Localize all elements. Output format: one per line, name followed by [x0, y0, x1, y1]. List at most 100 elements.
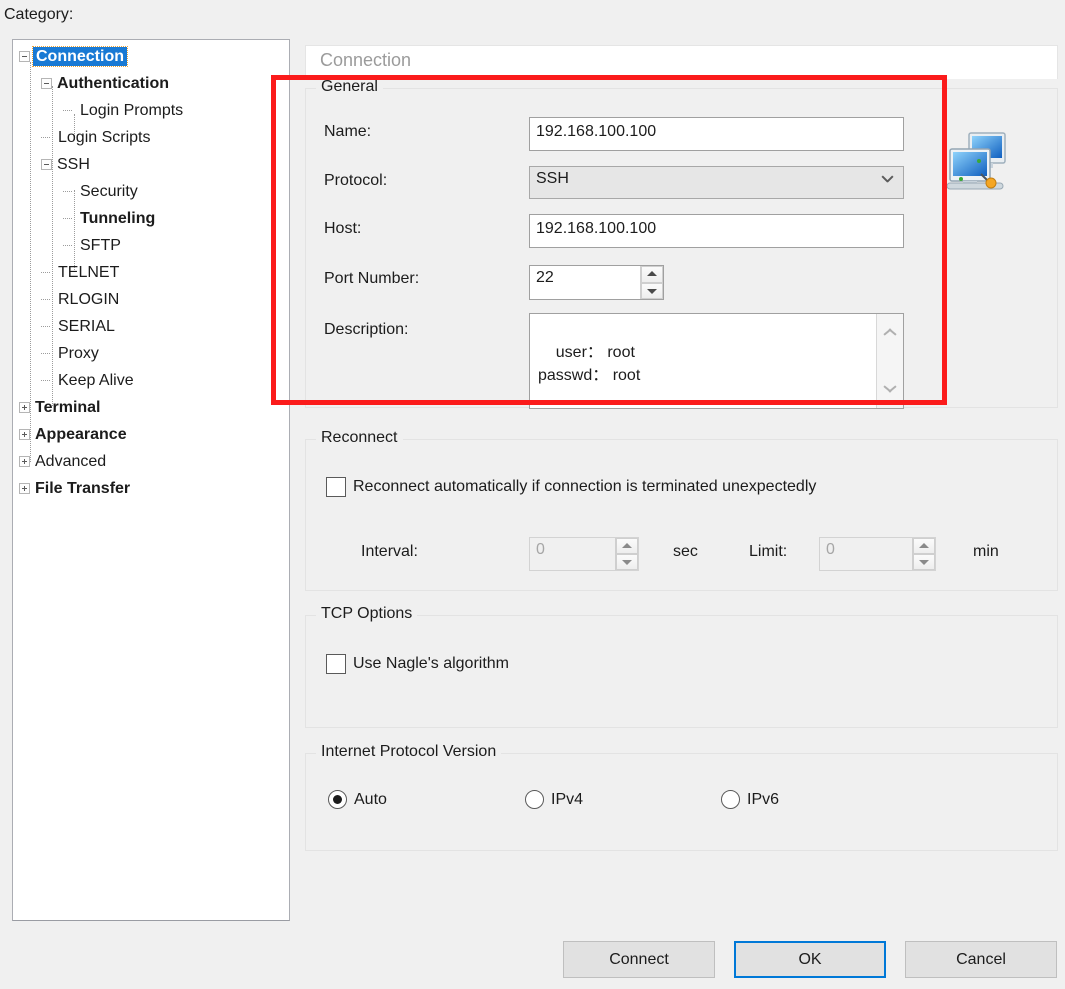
port-number-label: Port Number: [324, 270, 420, 287]
limit-unit-label: min [973, 543, 999, 560]
host-label: Host: [324, 220, 362, 237]
tree-item-label: SFTP [80, 237, 121, 254]
auto-reconnect-label: Reconnect automatically if connection is… [353, 478, 817, 495]
radio-ipv4[interactable] [525, 790, 544, 809]
nagle-label: Use Nagle's algorithm [353, 655, 510, 672]
collapse-icon[interactable] [19, 51, 30, 63]
tcp-options-groupbox-title: TCP Options [316, 605, 418, 623]
tree-item-label: Tunneling [80, 210, 156, 227]
reconnect-groupbox-title: Reconnect [316, 429, 403, 447]
name-input[interactable]: 192.168.100.100 [529, 117, 904, 151]
tree-item-label: Authentication [57, 75, 169, 92]
auto-reconnect-checkbox[interactable] [326, 477, 346, 497]
tree-item-label: SERIAL [58, 318, 115, 335]
tree-leaf-connector-icon [63, 232, 78, 259]
tree-item-label: Security [80, 183, 138, 200]
chevron-down-icon [882, 176, 893, 187]
stepper-up-button[interactable] [641, 266, 663, 283]
tree-item-label: Login Scripts [58, 129, 151, 146]
tree-item-label: Terminal [35, 399, 101, 416]
ok-button[interactable]: OK [734, 941, 886, 978]
tree-leaf-connector-icon [63, 97, 78, 124]
tree-item-label: Keep Alive [58, 372, 134, 389]
collapse-icon[interactable] [41, 78, 52, 90]
tree-item-advanced[interactable]: Advanced [19, 448, 108, 475]
tree-item-keep-alive[interactable]: Keep Alive [41, 367, 136, 394]
tree-item-rlogin[interactable]: RLOGIN [41, 286, 121, 313]
category-tree[interactable]: Connection Authentication Login Prompts Log… [12, 39, 290, 921]
expand-icon[interactable] [19, 483, 30, 495]
connect-button[interactable]: Connect [563, 941, 715, 978]
description-value: user： root passwd： root [538, 344, 641, 385]
interval-unit-label: sec [673, 543, 698, 560]
host-input[interactable]: 192.168.100.100 [529, 214, 904, 248]
tree-item-security[interactable]: Security [63, 178, 140, 205]
stepper-down-button[interactable] [616, 554, 638, 570]
expand-icon[interactable] [19, 456, 30, 468]
tree-item-tunneling[interactable]: Tunneling [63, 205, 157, 232]
chevron-up-icon[interactable] [883, 328, 897, 337]
radio-auto-label: Auto [354, 791, 387, 808]
tree-item-appearance[interactable]: Appearance [19, 421, 129, 448]
stepper-up-button[interactable] [616, 538, 638, 554]
general-groupbox-title: General [316, 78, 383, 96]
radio-auto[interactable] [328, 790, 347, 809]
description-textarea[interactable]: user： root passwd： root [529, 313, 904, 409]
nagle-checkbox[interactable] [326, 654, 346, 674]
expand-icon[interactable] [19, 429, 30, 441]
radio-ipv4-label: IPv4 [551, 791, 584, 808]
description-scrollbar[interactable] [876, 314, 903, 408]
name-label: Name: [324, 123, 372, 140]
chevron-down-icon[interactable] [883, 385, 897, 394]
collapse-icon[interactable] [41, 159, 52, 171]
limit-label: Limit: [749, 543, 788, 560]
tree-item-label: SSH [57, 156, 90, 173]
description-label: Description: [324, 321, 409, 338]
port-number-value: 22 [536, 269, 554, 286]
tcp-options-groupbox: TCP Options Use Nagle's algorithm [305, 605, 1058, 728]
tree-item-login-scripts[interactable]: Login Scripts [41, 124, 153, 151]
stepper-down-button[interactable] [641, 282, 663, 299]
tree-item-label: Proxy [58, 345, 99, 362]
radio-ipv6[interactable] [721, 790, 740, 809]
port-number-stepper[interactable] [640, 266, 663, 299]
limit-input[interactable]: 0 [819, 537, 936, 571]
ip-version-groupbox: Internet Protocol Version Auto IPv4 IPv6 [305, 743, 1058, 851]
tree-item-proxy[interactable]: Proxy [41, 340, 101, 367]
tree-item-login-prompts[interactable]: Login Prompts [63, 97, 185, 124]
stepper-down-button[interactable] [913, 554, 935, 570]
tree-item-serial[interactable]: SERIAL [41, 313, 117, 340]
tree-item-label: File Transfer [35, 480, 131, 497]
tree-item-label: Login Prompts [80, 102, 184, 119]
content-header-title: Connection [320, 50, 412, 70]
tree-item-terminal[interactable]: Terminal [19, 394, 103, 421]
tree-item-label: Appearance [35, 426, 127, 443]
tree-item-sftp[interactable]: SFTP [63, 232, 123, 259]
reconnect-groupbox: Reconnect Reconnect automatically if con… [305, 429, 1058, 591]
expand-icon[interactable] [19, 402, 30, 414]
interval-label: Interval: [361, 543, 418, 560]
tree-leaf-connector-icon [41, 286, 56, 313]
tree-item-ssh[interactable]: SSH [41, 151, 92, 178]
tree-item-connection[interactable]: Connection [19, 43, 128, 70]
tree-leaf-connector-icon [41, 367, 56, 394]
stepper-up-button[interactable] [913, 538, 935, 554]
interval-stepper[interactable] [615, 538, 638, 570]
tree-item-label: TELNET [58, 264, 120, 281]
tree-item-file-transfer[interactable]: File Transfer [19, 475, 132, 502]
protocol-selected-value: SSH [536, 170, 569, 187]
tree-leaf-connector-icon [41, 313, 56, 340]
tree-item-label: Connection [32, 46, 128, 67]
tree-item-label: RLOGIN [58, 291, 120, 308]
limit-stepper[interactable] [912, 538, 935, 570]
tree-item-telnet[interactable]: TELNET [41, 259, 121, 286]
tree-leaf-connector-icon [41, 259, 56, 286]
port-number-input[interactable]: 22 [529, 265, 664, 300]
ip-version-groupbox-title: Internet Protocol Version [316, 743, 502, 761]
tree-leaf-connector-icon [41, 124, 56, 151]
interval-input[interactable]: 0 [529, 537, 639, 571]
protocol-select[interactable]: SSH [529, 166, 904, 199]
tree-item-authentication[interactable]: Authentication [41, 70, 171, 97]
cancel-button[interactable]: Cancel [905, 941, 1057, 978]
content-header: Connection [305, 45, 1058, 79]
